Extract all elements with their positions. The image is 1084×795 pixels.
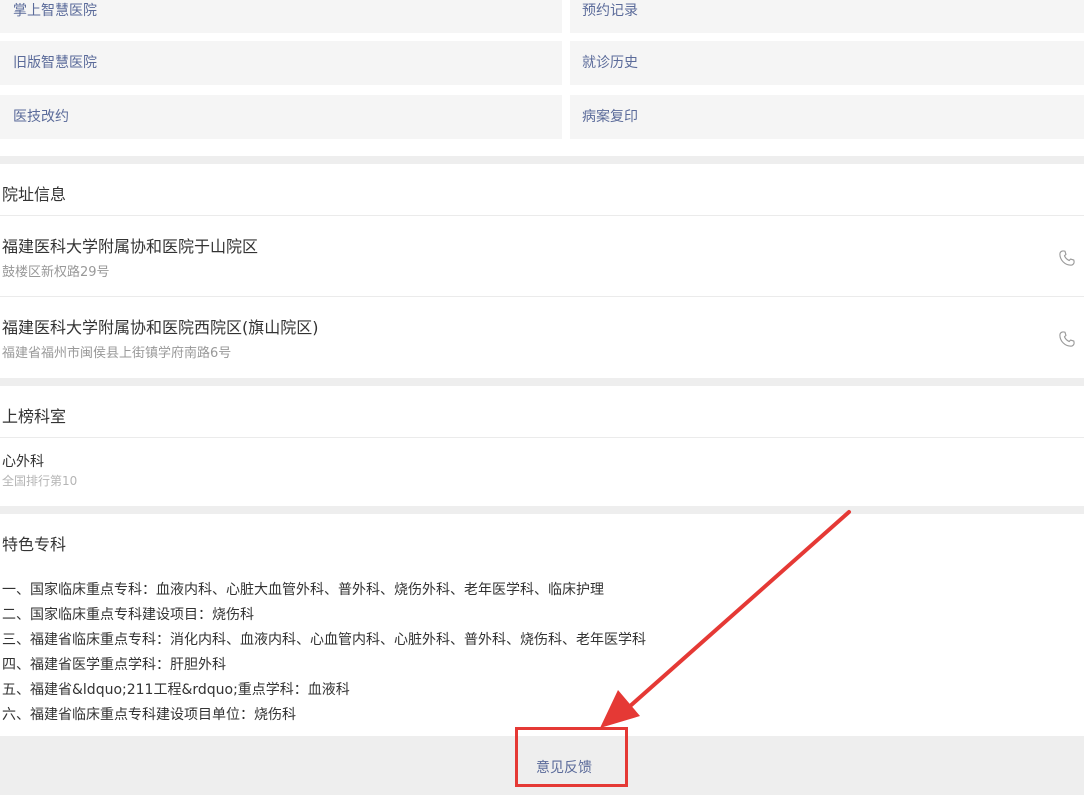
old-smart-hospital-button[interactable]: 旧版智慧医院: [0, 41, 562, 85]
feedback-link[interactable]: 意见反馈: [536, 757, 592, 777]
hospital-address: 鼓楼区新权路29号: [2, 265, 110, 280]
specialty-line: 一、国家临床重点专科：血液内科、心脏大血管外科、普外科、烧伤外科、老年医学科、临…: [2, 582, 604, 598]
section-divider: [0, 506, 1084, 514]
appointment-records-button[interactable]: 预约记录: [570, 0, 1084, 33]
specialty-line: 五、福建省&ldquo;211工程&rdquo;重点学科：血液科: [2, 682, 350, 698]
smart-hospital-button[interactable]: 掌上智慧医院: [0, 0, 562, 33]
record-copy-button[interactable]: 病案复印: [570, 95, 1084, 139]
hospital-name: 福建医科大学附属协和医院西院区(旗山院区): [2, 318, 319, 337]
ranked-dept-name: 心外科: [2, 454, 44, 470]
ranked-dept-rank: 全国排行第10: [2, 474, 78, 488]
specialty-line: 六、福建省临床重点专科建设项目单位：烧伤科: [2, 707, 296, 723]
specialty-line: 二、国家临床重点专科建设项目：烧伤科: [2, 607, 254, 623]
specialty-line: 三、福建省临床重点专科：消化内科、血液内科、心血管内科、心脏外科、普外科、烧伤科…: [2, 632, 646, 648]
specialty-section-title: 特色专科: [2, 535, 67, 554]
section-divider: [0, 156, 1084, 164]
divider-line: [0, 296, 1084, 297]
ranking-section-title: 上榜科室: [2, 407, 67, 426]
phone-icon[interactable]: [1058, 249, 1076, 267]
phone-icon[interactable]: [1058, 330, 1076, 348]
divider-line: [0, 437, 1084, 438]
hospital-address: 福建省福州市闽侯县上街镇学府南路6号: [2, 346, 232, 361]
visit-history-button[interactable]: 就诊历史: [570, 41, 1084, 85]
divider-line: [0, 215, 1084, 216]
exam-reschedule-button[interactable]: 医技改约: [0, 95, 562, 139]
address-section-title: 院址信息: [2, 185, 67, 204]
hospital-name: 福建医科大学附属协和医院于山院区: [2, 237, 259, 256]
service-grid: 掌上智慧医院 预约记录 旧版智慧医院 就诊历史 医技改约 病案复印: [0, 0, 1084, 156]
section-divider: [0, 378, 1084, 386]
specialty-line: 四、福建省医学重点学科：肝胆外科: [2, 657, 226, 673]
